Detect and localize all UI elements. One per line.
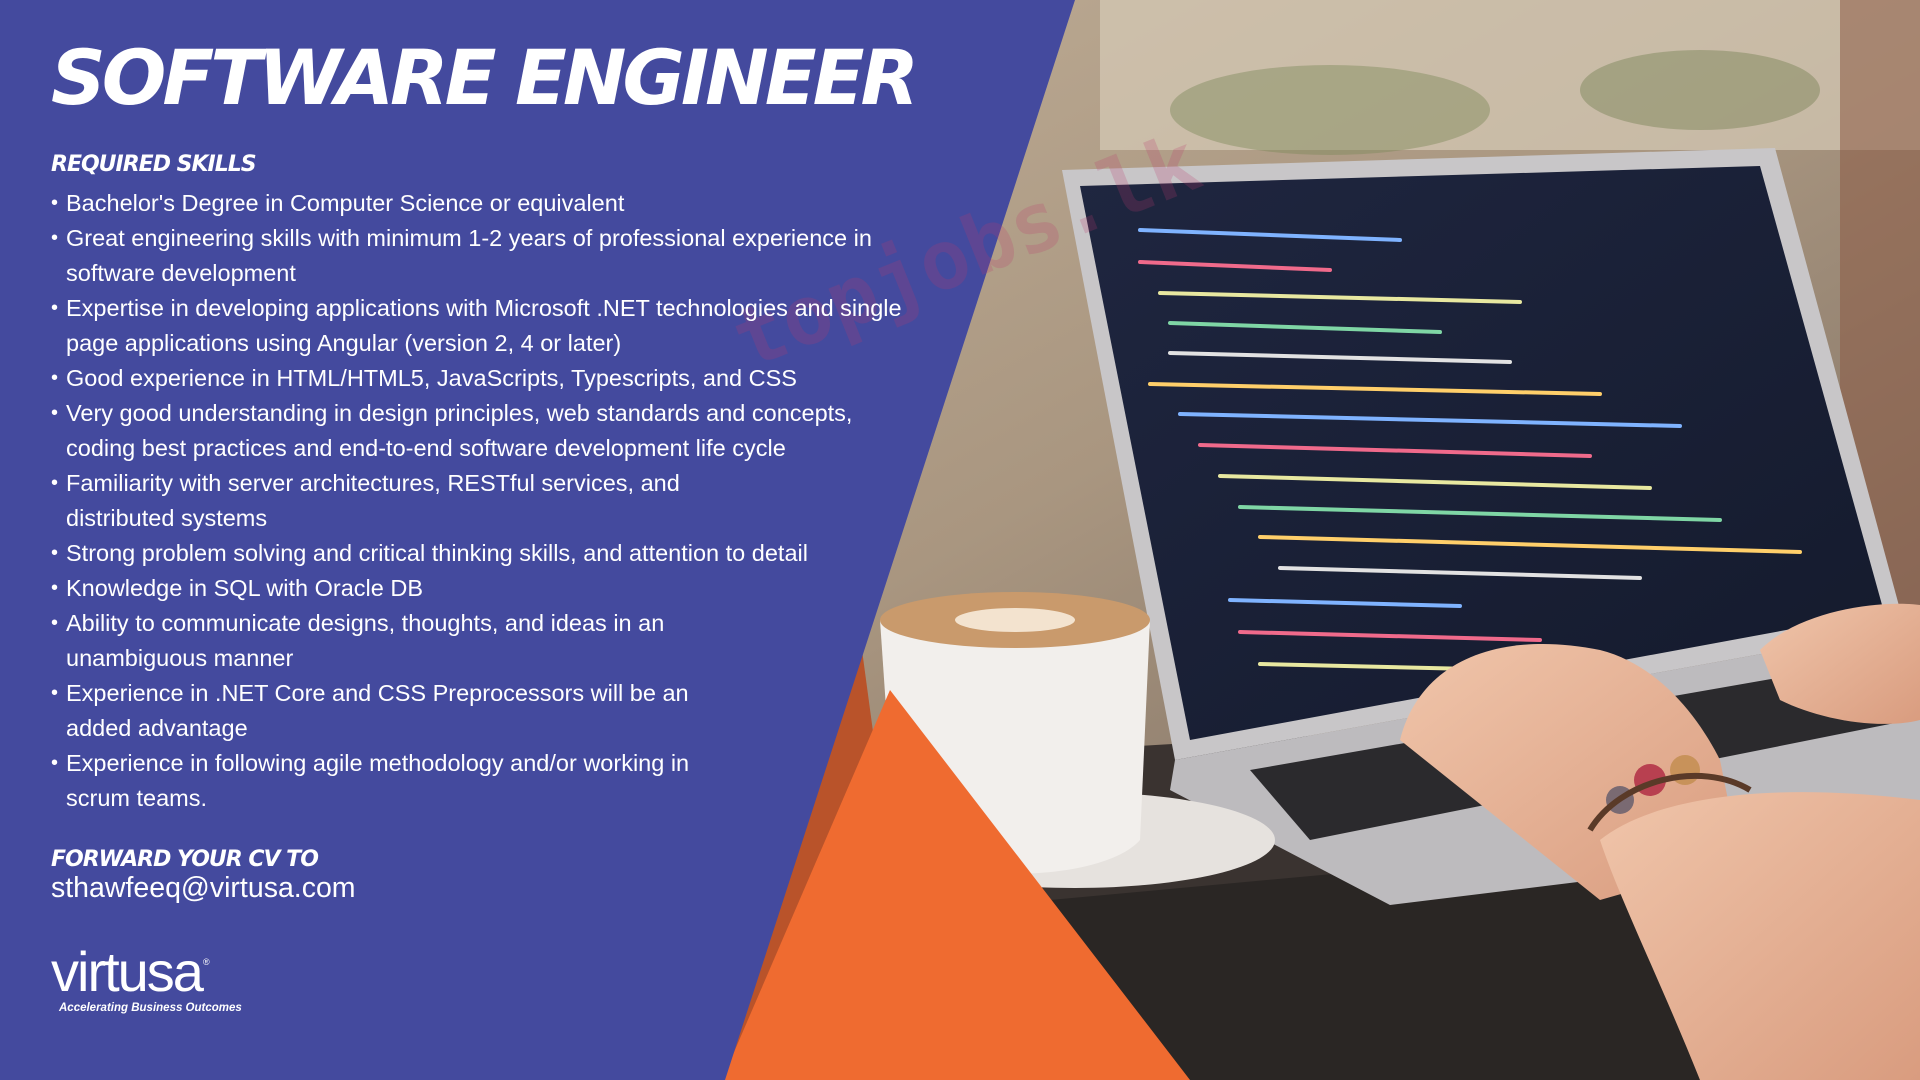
skill-line: Familiarity with server architectures, R… bbox=[66, 470, 680, 496]
skill-item: Experience in following agile methodolog… bbox=[51, 746, 951, 816]
email-link[interactable]: sthawfeeq@virtusa.com bbox=[51, 872, 356, 905]
skill-line: Great engineering skills with minimum 1-… bbox=[66, 225, 872, 251]
skill-line: software development bbox=[66, 260, 296, 286]
skill-line: added advantage bbox=[66, 715, 248, 741]
skill-line: Expertise in developing applications wit… bbox=[66, 295, 902, 321]
skill-line: scrum teams. bbox=[66, 785, 208, 811]
skill-line: distributed systems bbox=[66, 505, 268, 531]
virtusa-logo: virtusa® Accelerating Business Outcomes bbox=[51, 944, 242, 1015]
logo-registered-mark: ® bbox=[202, 957, 209, 967]
skill-item: Familiarity with server architectures, R… bbox=[51, 466, 951, 536]
skill-item: Knowledge in SQL with Oracle DB bbox=[51, 571, 951, 606]
skill-line: Experience in following agile methodolog… bbox=[66, 750, 690, 776]
skill-item: Great engineering skills with minimum 1-… bbox=[51, 221, 951, 291]
skill-line: Bachelor's Degree in Computer Science or… bbox=[66, 190, 625, 216]
skill-item: Very good understanding in design princi… bbox=[51, 396, 951, 466]
skill-line: page applications using Angular (version… bbox=[66, 330, 622, 356]
skill-line: Knowledge in SQL with Oracle DB bbox=[66, 575, 424, 601]
skills-list: Bachelor's Degree in Computer Science or… bbox=[51, 186, 951, 816]
skill-line: Very good understanding in design princi… bbox=[66, 400, 853, 426]
page-title: SOFTWARE ENGINEER bbox=[51, 33, 919, 122]
skill-line: Ability to communicate designs, thoughts… bbox=[66, 610, 665, 636]
logo-name: virtusa bbox=[51, 940, 204, 1003]
skill-line: coding best practices and end-to-end sof… bbox=[66, 435, 786, 461]
skill-line: Strong problem solving and critical thin… bbox=[66, 540, 808, 566]
skill-item: Expertise in developing applications wit… bbox=[51, 291, 951, 361]
skill-item: Strong problem solving and critical thin… bbox=[51, 536, 951, 571]
skill-item: Good experience in HTML/HTML5, JavaScrip… bbox=[51, 361, 951, 396]
skill-item: Experience in .NET Core and CSS Preproce… bbox=[51, 676, 951, 746]
skill-line: Experience in .NET Core and CSS Preproce… bbox=[66, 680, 689, 706]
skill-item: Bachelor's Degree in Computer Science or… bbox=[51, 186, 951, 221]
skill-item: Ability to communicate designs, thoughts… bbox=[51, 606, 951, 676]
poster: topjobs.lk SOFTWARE ENGINEER REQUIRED SK… bbox=[0, 0, 1920, 1080]
logo-tagline: Accelerating Business Outcomes bbox=[59, 1002, 242, 1014]
forward-cv-heading: FORWARD YOUR CV TO bbox=[51, 847, 319, 872]
logo-wordmark: virtusa® bbox=[51, 944, 242, 1000]
skill-line: Good experience in HTML/HTML5, JavaScrip… bbox=[66, 365, 797, 391]
skill-line: unambiguous manner bbox=[66, 645, 294, 671]
required-skills-heading: REQUIRED SKILLS bbox=[51, 152, 257, 177]
